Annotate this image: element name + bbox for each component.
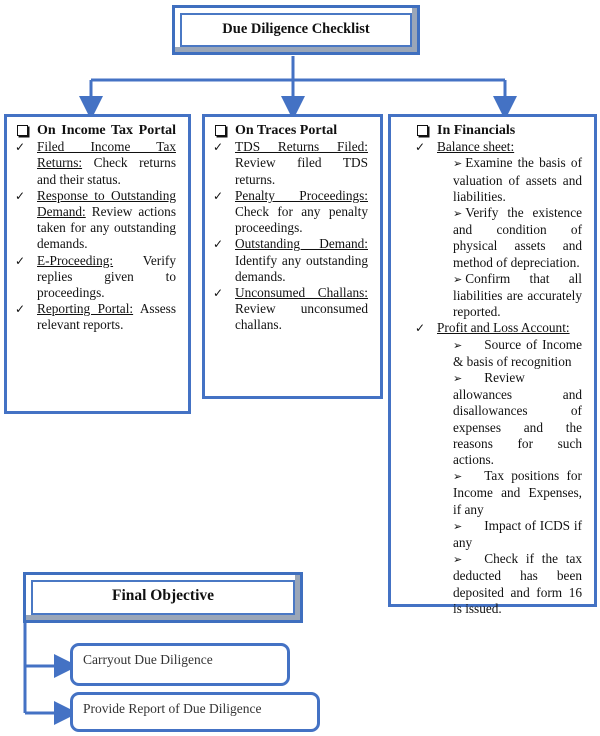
- checkmark-icon: ✓: [213, 286, 224, 301]
- checkmark-icon: ✓: [15, 302, 26, 317]
- checkmark-icon: ✓: [415, 140, 426, 155]
- sub-item-text: Check if the tax deducted has been depos…: [453, 551, 582, 616]
- item-text: Identify any outstanding demands.: [235, 252, 368, 284]
- item-label: Profit and Loss Account:: [437, 320, 570, 336]
- arrowhead-icon: ➢: [453, 338, 463, 352]
- sub-item: ➢ Examine the basis of valuation of asset…: [453, 155, 582, 205]
- item-text: Review filed TDS returns.: [235, 155, 368, 187]
- checklist-item: ✓ Unconsumed Challans: Review unconsumed …: [213, 285, 368, 334]
- financials-box: In Financials ✓ Balance sheet: ➢ Examine th…: [388, 114, 597, 616]
- sub-item: ➢ Impact of ICDS if any: [453, 518, 582, 551]
- income-tax-portal-box: On Income Tax Portal ✓ Filed Income Tax R…: [4, 114, 191, 414]
- objective-label: Provide Report of Due Diligence: [83, 701, 262, 716]
- item-label: Balance sheet:: [437, 139, 515, 155]
- sub-item: ➢ Confirm that all liabilities are accura…: [453, 271, 582, 321]
- item-label: Outstanding Demand:: [235, 236, 368, 252]
- item-label: TDS Returns Filed:: [235, 139, 368, 155]
- sub-item-text: Examine the basis of valuation of assets…: [453, 155, 582, 204]
- checkmark-icon: ✓: [15, 253, 26, 268]
- checklist-item: ✓ E-Proceeding: Verify replies given to p…: [15, 252, 176, 302]
- item-label: Penalty Proceedings:: [235, 187, 368, 203]
- column-header: On Traces Portal: [235, 123, 338, 138]
- checkmark-icon: ✓: [213, 188, 224, 203]
- objective-label: Carryout Due Diligence: [83, 652, 213, 667]
- checkbox-icon: [417, 125, 428, 136]
- sub-item: ➢ Review allowances and disallowances of …: [453, 370, 582, 468]
- checkmark-icon: ✓: [213, 140, 224, 155]
- arrowhead-icon: ➢: [453, 470, 463, 484]
- sub-item: ➢ Tax positions for Income and Expenses, …: [453, 468, 582, 518]
- checklist-item: ✓ TDS Returns Filed: Review filed TDS ret…: [213, 139, 368, 188]
- diagram-title: Due Diligence Checklist: [222, 21, 370, 37]
- checkbox-icon: [17, 125, 28, 136]
- arrowhead-icon: ➢: [453, 372, 463, 386]
- traces-portal-box: On Traces Portal ✓ TDS Returns Filed: Rev…: [202, 114, 383, 399]
- item-text: Check for any penalty proceedings.: [235, 204, 368, 236]
- sub-item: ➢ Source of Income & basis of recognition: [453, 337, 582, 370]
- sub-item: ➢ Check if the tax deducted has been depo…: [453, 551, 582, 617]
- final-objective-box: Final Objective: [23, 572, 303, 623]
- arrowhead-icon: ➢: [453, 519, 463, 533]
- checkmark-icon: ✓: [213, 237, 224, 252]
- arrowhead-icon: ➢: [453, 157, 463, 171]
- arrowhead-icon: ➢: [453, 272, 463, 286]
- sub-item-text: Confirm that all liabilities are accurat…: [453, 270, 582, 320]
- checklist-item: ✓ Outstanding Demand: Identify any outsta…: [213, 236, 368, 285]
- checkmark-icon: ✓: [15, 140, 26, 155]
- sub-item-text: Review allowances and disallowances of e…: [453, 370, 582, 468]
- arrowhead-icon: ➢: [453, 207, 463, 221]
- item-label: Unconsumed Challans:: [235, 285, 368, 301]
- item-label: E-Proceeding:: [37, 252, 114, 268]
- sub-item-text: Source of Income & basis of recognition: [453, 336, 582, 369]
- checklist-item: ✓ Balance sheet:: [415, 139, 582, 155]
- arrowhead-icon: ➢: [453, 553, 463, 567]
- checklist-item: ✓ Filed Income Tax Returns: Check returns…: [15, 139, 176, 188]
- objective-report: Provide Report of Due Diligence: [70, 692, 320, 732]
- checkbox-icon: [215, 125, 226, 136]
- checklist-item: ✓ Profit and Loss Account:: [415, 320, 582, 336]
- title-box: Due Diligence Checklist: [172, 5, 420, 55]
- checklist-item: ✓ Response to Outstanding Demand: Review …: [15, 188, 176, 253]
- sub-item-text: Impact of ICDS if any: [453, 517, 582, 551]
- column-header: In Financials: [437, 123, 516, 138]
- sub-item-text: Tax positions for Income and Expenses, i…: [453, 468, 582, 517]
- checklist-item: ✓ Reporting Portal: Assess relevant repor…: [15, 301, 176, 333]
- objective-carryout: Carryout Due Diligence: [70, 643, 290, 686]
- checkmark-icon: ✓: [15, 188, 26, 203]
- item-label: Reporting Portal:: [37, 301, 134, 317]
- column-header: On Income Tax Portal: [37, 123, 176, 138]
- final-objective-title: Final Objective: [111, 587, 215, 604]
- sub-item-text: Verify the existence and condition of ph…: [453, 205, 582, 270]
- checkmark-icon: ✓: [415, 321, 426, 336]
- item-text: Review unconsumed challans.: [235, 301, 368, 333]
- sub-item: ➢ Verify the existence and condition of p…: [453, 205, 582, 271]
- checklist-item: ✓ Penalty Proceedings: Check for any pena…: [213, 187, 368, 237]
